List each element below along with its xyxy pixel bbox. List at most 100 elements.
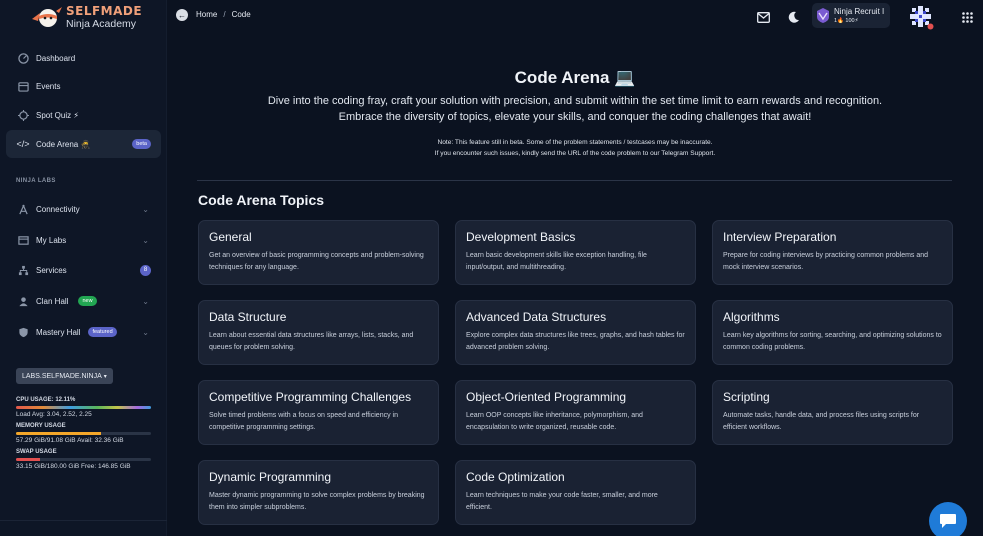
sidebar: SELFMADE Ninja Academy Dashboard Events … [0,0,167,536]
brand-logo[interactable]: SELFMADE Ninja Academy [30,2,142,32]
apps-grid-icon[interactable] [962,10,973,23]
topic-card-interview-preparation[interactable]: Interview Preparation Prepare for coding… [712,220,953,285]
mail-icon[interactable] [757,10,770,23]
topic-card-title: General [209,230,252,244]
avatar[interactable] [907,3,934,30]
network-icon [16,263,30,277]
brand-subtitle: Ninja Academy [66,17,137,30]
topic-card-development-basics[interactable]: Development Basics Learn basic developme… [455,220,696,285]
rank-emblem-icon [817,8,829,23]
memory-usage-text: 57.29 GiB/91.08 GiB Avail: 32.36 GiB [16,437,124,444]
brand-title: SELFMADE [66,3,143,18]
breadcrumb-home[interactable]: Home [196,10,217,19]
chevron-down-icon: ⌄ [142,235,149,245]
chevron-down-icon: ⌄ [142,296,149,306]
services-count-badge: 8 [140,264,151,276]
topic-card-title: Interview Preparation [723,230,837,244]
breadcrumb-separator: / [223,10,226,19]
labs-selfmade-ninja-dropdown[interactable]: LABS.SELFMADE.NINJA ▾ [16,368,113,384]
sidebar-item-label: Code Arena 🥷 [36,139,91,149]
labs-icon [16,233,30,247]
page-title: Code Arena 💻 [514,68,636,87]
sidebar-footer-divider [0,520,167,521]
topic-card-title: Data Structure [209,310,287,324]
sidebar-item-label: Services [36,265,67,275]
ninja-logo-icon [30,3,64,31]
swap-usage-fill [16,458,41,461]
topic-card-title: Advanced Data Structures [466,310,607,324]
sidebar-item-spot-quiz[interactable]: Spot Quiz ⚡ [6,101,161,129]
sidebar-item-events[interactable]: Events [6,72,161,100]
section-divider [197,180,952,181]
sidebar-item-label: Connectivity [36,204,80,214]
main-content: Code Arena 💻 Dive into the coding fray, … [167,32,983,536]
shield-icon [16,325,30,339]
topic-card-title: Object-Oriented Programming [466,390,627,404]
user-rank-chip[interactable]: Ninja Recruit I 1🔥 100⚡ [812,3,890,28]
back-arrow-icon[interactable]: ← [176,9,188,21]
page-description: Dive into the coding fray, craft your so… [267,95,883,123]
code-icon: </> [16,139,30,149]
topic-card-title: Competitive Programming Challenges [209,390,412,404]
topic-card-title: Algorithms [723,310,780,324]
sidebar-item-label: Clan Hall [36,296,69,306]
calendar-icon [16,79,30,93]
quiz-icon [16,108,30,122]
breadcrumb: Home / Code [196,10,251,19]
beta-note-line-2: If you encounter such issues, kindly sen… [434,150,716,157]
user-stats: 1🔥 100⚡ [834,18,859,24]
topic-card-object-oriented-programming[interactable]: Object-Oriented Programming Learn OOP co… [455,380,696,445]
topic-card-scripting[interactable]: Scripting Automate tasks, handle data, a… [712,380,953,445]
topic-card-general[interactable]: General Get an overview of basic program… [198,220,439,285]
topic-card-algorithms[interactable]: Algorithms Learn key algorithms for sort… [712,300,953,365]
beta-badge: beta [132,139,151,149]
swap-usage-label: SWAP USAGE [16,449,57,455]
cpu-usage-label: CPU USAGE: 12.11% [16,397,76,403]
topic-card-competitive-programming[interactable]: Competitive Programming Challenges Solve… [198,380,439,445]
sidebar-item-label: Mastery Hall [36,327,81,337]
topic-card-description: Automate tasks, handle data, and process… [723,412,920,431]
topic-card-description: Learn about essential data structures li… [209,332,414,351]
sidebar-item-mastery-hall[interactable]: Mastery Hall featured ⌄ [6,318,161,346]
topic-card-advanced-data-structures[interactable]: Advanced Data Structures Explore complex… [455,300,696,365]
memory-usage-fill [16,432,102,435]
memory-usage-label: MEMORY USAGE [16,423,66,429]
sidebar-item-services[interactable]: Services 8 [6,256,161,284]
topic-card-description: Learn basic development skills like exce… [466,252,647,271]
topic-card-title: Code Optimization [466,470,565,484]
cpu-usage-fill [16,406,151,409]
sidebar-item-dashboard[interactable]: Dashboard [6,44,161,72]
topic-card-dynamic-programming[interactable]: Dynamic Programming Master dynamic progr… [198,460,439,525]
antenna-icon [16,202,30,216]
swap-usage-bar [16,458,151,461]
sidebar-item-label: Events [36,81,61,91]
featured-badge: featured [88,327,117,337]
dark-mode-moon-icon[interactable] [788,10,801,23]
memory-usage-bar [16,432,151,435]
topic-card-description: Get an overview of basic programming con… [209,252,424,271]
ninja-labs-section-label: NINJA LABS [16,178,56,184]
labs-button-label: LABS.SELFMADE.NINJA [22,372,102,380]
sidebar-item-label: Spot Quiz ⚡ [36,110,79,120]
topic-card-data-structure[interactable]: Data Structure Learn about essential dat… [198,300,439,365]
sidebar-item-clan-hall[interactable]: Clan Hall new ⌄ [6,287,161,315]
dashboard-icon [16,51,30,65]
sidebar-item-code-arena[interactable]: </> Code Arena 🥷 beta [6,130,161,158]
topic-card-description: Learn OOP concepts like inheritance, pol… [466,412,643,431]
chat-bubble-icon [940,514,956,528]
chevron-down-icon: ⌄ [142,204,149,214]
users-icon [16,294,30,308]
top-bar: ← Home / Code Ninja Recruit I 1🔥 100⚡ [167,0,983,32]
support-chat-button[interactable] [929,502,967,536]
chevron-down-icon: ⌄ [142,327,149,337]
topic-card-description: Prepare for coding interviews by practic… [723,252,929,271]
sidebar-item-connectivity[interactable]: Connectivity ⌄ [6,195,161,223]
topic-card-code-optimization[interactable]: Code Optimization Learn techniques to ma… [455,460,696,525]
swap-usage-text: 33.15 GiB/180.00 GiB Free: 146.85 GiB [16,463,131,470]
breadcrumb-current: Code [231,10,251,19]
cpu-usage-bar [16,406,151,409]
sidebar-item-label: My Labs [36,235,67,245]
beta-note: Note: This feature still in beta. Some o… [267,137,883,159]
sidebar-item-my-labs[interactable]: My Labs ⌄ [6,226,161,254]
sidebar-item-label: Dashboard [36,53,76,63]
